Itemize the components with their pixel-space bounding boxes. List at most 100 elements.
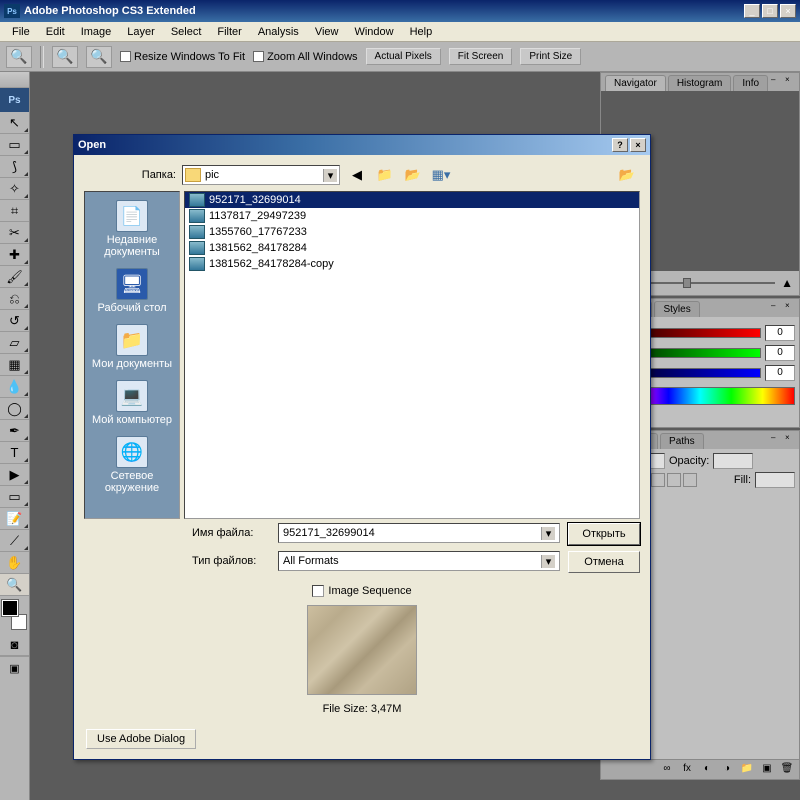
eyedropper-tool[interactable]: ⟋ [0,530,29,552]
cancel-button[interactable]: Отмена [568,551,640,573]
tab-navigator[interactable]: Navigator [605,75,666,91]
panel-close-icon[interactable]: × [785,75,797,85]
place-recent[interactable]: 📄Недавние документы [85,200,179,258]
file-item[interactable]: 952171_32699014 [185,192,639,208]
heal-tool[interactable]: ✚ [0,244,29,266]
image-sequence-checkbox[interactable]: Image Sequence [312,585,411,597]
folder-icon[interactable]: 📁 [739,763,755,777]
menu-edit[interactable]: Edit [38,24,73,40]
fx-icon[interactable]: fx [679,763,695,777]
panel-minimize-icon[interactable]: – [771,433,783,443]
history-brush-tool[interactable]: ↺ [0,310,29,332]
blur-tool[interactable]: 💧 [0,376,29,398]
toolbox-grip[interactable] [0,72,29,88]
mask-icon[interactable]: ◐ [699,763,715,777]
stamp-tool[interactable]: ⎌ [0,288,29,310]
menu-select[interactable]: Select [163,24,210,40]
view-menu-icon[interactable]: ▦▾ [430,165,452,185]
print-size-button[interactable]: Print Size [520,48,581,65]
notes-tool[interactable]: 📝 [0,508,29,530]
dialog-title-bar[interactable]: Open ? × [74,135,650,155]
screenmode-tool[interactable]: ▣ [0,656,29,680]
menu-view[interactable]: View [307,24,347,40]
link-icon[interactable]: ∞ [659,763,675,777]
r-value[interactable]: 0 [765,325,795,341]
up-folder-icon[interactable]: 📁 [374,165,396,185]
marquee-tool[interactable]: ▭ [0,134,29,156]
chevron-down-icon[interactable]: ▾ [323,169,337,182]
color-swatches[interactable] [2,600,27,630]
open-button[interactable]: Открыть [568,523,640,545]
place-mydocs[interactable]: 📁Мои документы [92,324,172,370]
file-item[interactable]: 1355760_17767233 [185,224,639,240]
lasso-tool[interactable]: ⟆ [0,156,29,178]
pen-tool[interactable]: ✒ [0,420,29,442]
help-button[interactable]: ? [612,138,628,152]
tab-info[interactable]: Info [733,75,768,91]
panel-close-icon[interactable]: × [785,433,797,443]
place-desktop[interactable]: 🖥Рабочий стол [97,268,166,314]
favorites-icon[interactable]: 📂 [616,165,638,185]
gradient-tool[interactable]: ▦ [0,354,29,376]
chevron-down-icon[interactable]: ▾ [541,555,555,568]
minimize-button[interactable]: _ [744,4,760,18]
b-value[interactable]: 0 [765,365,795,381]
zoom-in-icon[interactable]: 🔍 [52,46,78,68]
wand-tool[interactable]: ✧ [0,178,29,200]
menu-filter[interactable]: Filter [209,24,249,40]
zoom-in-small-icon[interactable]: ▲ [781,276,793,290]
zoom-out-icon[interactable]: 🔍 [86,46,112,68]
opacity-input[interactable] [713,453,753,469]
new-layer-icon[interactable]: ▣ [759,763,775,777]
g-value[interactable]: 0 [765,345,795,361]
foreground-color[interactable] [2,600,18,616]
panel-minimize-icon[interactable]: – [771,75,783,85]
actual-pixels-button[interactable]: Actual Pixels [366,48,441,65]
zoom-tool[interactable]: 🔍 [0,574,29,596]
menu-window[interactable]: Window [346,24,401,40]
tab-histogram[interactable]: Histogram [668,75,732,91]
new-folder-icon[interactable]: 📂 [402,165,424,185]
menu-help[interactable]: Help [402,24,441,40]
fill-input[interactable] [755,472,795,488]
use-adobe-dialog-button[interactable]: Use Adobe Dialog [86,729,196,749]
brush-tool[interactable]: 🖌 [0,266,29,288]
close-button[interactable]: × [780,4,796,18]
place-network[interactable]: 🌐Сетевое окружение [85,436,179,494]
file-item[interactable]: 1137817_29497239 [185,208,639,224]
path-select-tool[interactable]: ▶ [0,464,29,486]
move-tool[interactable]: ↖ [0,112,29,134]
chevron-down-icon[interactable]: ▾ [541,527,555,540]
tab-paths[interactable]: Paths [660,433,704,449]
dodge-tool[interactable]: ◯ [0,398,29,420]
place-mycomp[interactable]: 💻Мой компьютер [92,380,172,426]
file-list[interactable]: 952171_32699014 1137817_29497239 1355760… [184,191,640,519]
filetype-select[interactable]: All Formats▾ [278,551,560,571]
dialog-close-button[interactable]: × [630,138,646,152]
type-tool[interactable]: T [0,442,29,464]
current-tool-icon[interactable]: 🔍 [6,46,32,68]
eraser-tool[interactable]: ▱ [0,332,29,354]
menu-image[interactable]: Image [73,24,120,40]
panel-close-icon[interactable]: × [785,301,797,311]
file-item[interactable]: 1381562_84178284-copy [185,256,639,272]
background-color[interactable] [11,614,27,630]
filename-input[interactable]: 952171_32699014▾ [278,523,560,543]
menu-file[interactable]: File [4,24,38,40]
shape-tool[interactable]: ▭ [0,486,29,508]
file-item[interactable]: 1381562_84178284 [185,240,639,256]
menu-layer[interactable]: Layer [119,24,163,40]
tab-styles[interactable]: Styles [654,301,699,317]
maximize-button[interactable]: □ [762,4,778,18]
fit-screen-button[interactable]: Fit Screen [449,48,513,65]
trash-icon[interactable]: 🗑 [779,763,795,777]
back-icon[interactable]: ◀ [346,165,368,185]
zoom-all-checkbox[interactable]: Zoom All Windows [253,51,357,63]
folder-combo[interactable]: pic ▾ [182,165,340,185]
quickmask-tool[interactable]: ◙ [0,634,29,656]
slice-tool[interactable]: ✂ [0,222,29,244]
hand-tool[interactable]: ✋ [0,552,29,574]
panel-minimize-icon[interactable]: – [771,301,783,311]
adjustment-icon[interactable]: ◑ [719,763,735,777]
crop-tool[interactable]: ⌗ [0,200,29,222]
